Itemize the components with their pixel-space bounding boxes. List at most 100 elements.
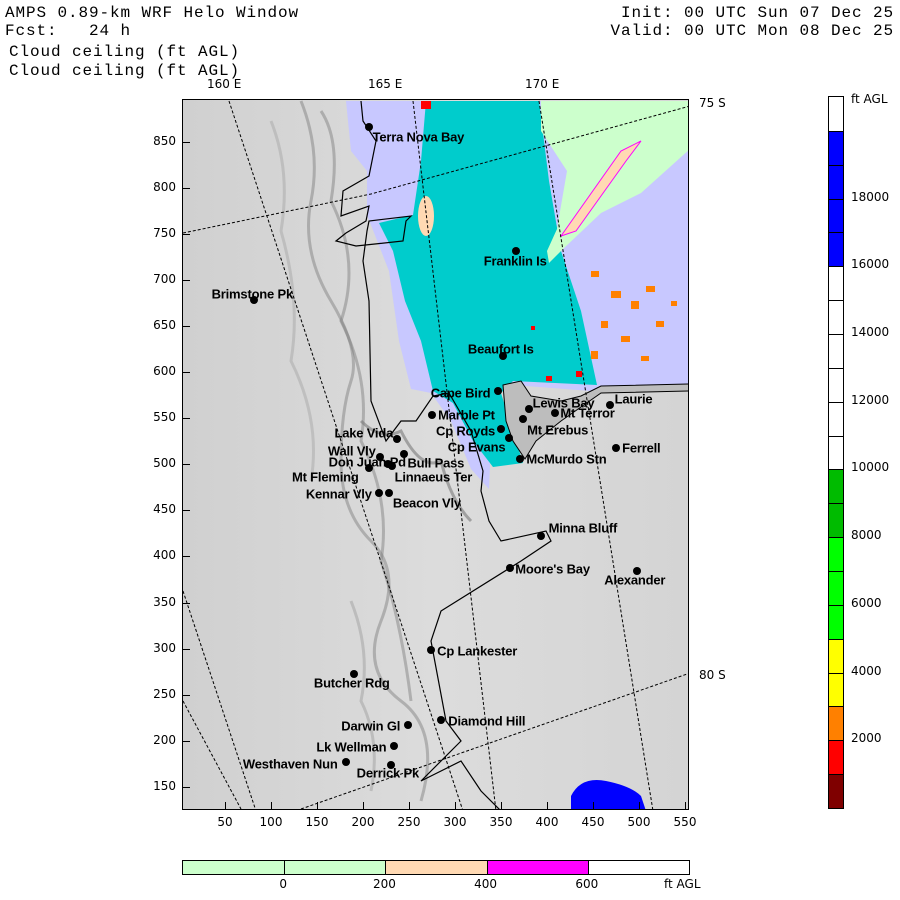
station-label: Moore's Bay bbox=[515, 561, 590, 577]
station-label: Derrick Pk bbox=[356, 765, 420, 781]
x-tick bbox=[225, 802, 226, 810]
field-label: Cloud ceiling (ft AGL) bbox=[9, 43, 241, 61]
colorbar-box bbox=[829, 435, 843, 470]
colorbar-box bbox=[829, 604, 843, 639]
station-marker[interactable] bbox=[390, 742, 399, 751]
station-marker[interactable] bbox=[427, 645, 436, 654]
x-tick bbox=[639, 802, 640, 810]
y-tick-label: 700 bbox=[153, 272, 176, 287]
station-label: Cp Lankester bbox=[437, 643, 518, 659]
station-marker[interactable] bbox=[364, 123, 373, 132]
colorbar-label: 10000 bbox=[851, 460, 890, 475]
y-tick bbox=[182, 602, 190, 604]
vertical-colorbar bbox=[828, 96, 844, 809]
x-tick-label: 250 bbox=[397, 815, 421, 829]
x-tick bbox=[501, 802, 502, 810]
colorbar-label: 400 bbox=[474, 877, 498, 891]
station-marker[interactable] bbox=[536, 532, 545, 541]
x-tick-label: 100 bbox=[259, 815, 283, 829]
lon-label-165e: 165 E bbox=[368, 77, 403, 91]
y-tick-label: 350 bbox=[153, 594, 176, 609]
x-tick-label: 450 bbox=[581, 815, 605, 829]
station-marker[interactable] bbox=[393, 434, 402, 443]
colorbar-label: 600 bbox=[575, 877, 599, 891]
colorbar-box bbox=[284, 861, 386, 874]
station-label: Lk Wellman bbox=[316, 739, 387, 755]
station-label: Lake Vida bbox=[334, 425, 394, 441]
station-marker[interactable] bbox=[428, 410, 437, 419]
x-tick-label: 550 bbox=[673, 815, 697, 829]
colorbar-box bbox=[587, 861, 689, 874]
colorbar-label: 200 bbox=[372, 877, 396, 891]
y-tick-label: 500 bbox=[153, 456, 176, 471]
station-label: Darwin Gl bbox=[341, 718, 401, 734]
x-tick-label: 400 bbox=[535, 815, 559, 829]
x-tick bbox=[685, 802, 686, 810]
y-tick-label: 650 bbox=[153, 318, 176, 333]
y-tick-label: 550 bbox=[153, 410, 176, 425]
station-label: Franklin Is bbox=[483, 253, 547, 269]
x-tick bbox=[455, 802, 456, 810]
station-marker[interactable] bbox=[437, 716, 446, 725]
colorbar-box bbox=[829, 401, 843, 436]
station-marker[interactable] bbox=[494, 386, 503, 395]
colorbar-box bbox=[829, 706, 843, 741]
colorbar-label: 12000 bbox=[851, 392, 890, 407]
station-marker[interactable] bbox=[384, 488, 393, 497]
y-tick bbox=[182, 556, 190, 558]
colorbar-box bbox=[829, 334, 843, 368]
colorbar-box bbox=[829, 537, 843, 571]
station-label: Alexander bbox=[604, 572, 666, 588]
station-label: Laurie bbox=[614, 391, 653, 407]
station-label: Kennar Vly bbox=[305, 486, 372, 502]
lon-label-170e: 170 E bbox=[525, 77, 560, 91]
y-tick bbox=[182, 188, 190, 190]
station-label: McMurdo Stn bbox=[526, 451, 607, 467]
colorbar-box bbox=[829, 774, 843, 808]
station-label: Terra Nova Bay bbox=[372, 129, 465, 145]
lon-label-160e: 160 E bbox=[207, 77, 242, 91]
station-marker[interactable] bbox=[516, 454, 525, 463]
y-tick bbox=[182, 142, 190, 143]
station-marker[interactable] bbox=[505, 433, 514, 442]
station-label: Marble Pt bbox=[438, 407, 495, 423]
station-marker[interactable] bbox=[612, 443, 621, 452]
station-marker[interactable] bbox=[497, 424, 506, 433]
y-tick bbox=[182, 510, 190, 512]
y-tick bbox=[182, 464, 190, 466]
station-label: Beaufort Is bbox=[467, 341, 534, 357]
y-tick bbox=[182, 740, 190, 742]
y-tick-label: 300 bbox=[153, 640, 176, 655]
x-tick bbox=[363, 802, 364, 810]
y-tick bbox=[182, 786, 190, 788]
station-marker[interactable] bbox=[374, 488, 383, 497]
station-label: Cp Evans bbox=[447, 439, 506, 455]
colorbar-box bbox=[829, 672, 843, 707]
station-label: Brimstone Pk bbox=[211, 286, 294, 302]
colorbar-box bbox=[829, 266, 843, 301]
station-label: Diamond Hill bbox=[448, 713, 526, 729]
station-marker[interactable] bbox=[519, 415, 528, 424]
station-marker[interactable] bbox=[341, 757, 350, 766]
y-tick-label: 850 bbox=[153, 134, 176, 148]
station-marker[interactable] bbox=[524, 405, 533, 414]
station-marker[interactable] bbox=[605, 401, 614, 410]
colorbar-box bbox=[829, 367, 843, 402]
colorbar-box bbox=[486, 861, 588, 874]
field-label-2: Cloud ceiling (ft AGL) bbox=[9, 62, 241, 80]
y-tick-label: 150 bbox=[153, 778, 176, 793]
station-label: Cp Royds bbox=[436, 423, 496, 438]
y-tick bbox=[182, 326, 190, 328]
colorbar-box bbox=[829, 503, 843, 538]
station-marker[interactable] bbox=[364, 464, 373, 473]
forecast-hour: Fcst: 24 h bbox=[5, 22, 132, 40]
y-tick-label: 800 bbox=[153, 180, 176, 195]
colorbar-label: 6000 bbox=[851, 595, 882, 610]
station-label: Beacon Vly bbox=[392, 495, 461, 511]
colorbar-box bbox=[829, 571, 843, 605]
station-marker[interactable] bbox=[551, 408, 560, 417]
station-marker[interactable] bbox=[404, 721, 413, 730]
colorbar-box bbox=[829, 300, 843, 334]
y-tick-label: 450 bbox=[153, 502, 176, 517]
station-marker[interactable] bbox=[506, 563, 515, 572]
